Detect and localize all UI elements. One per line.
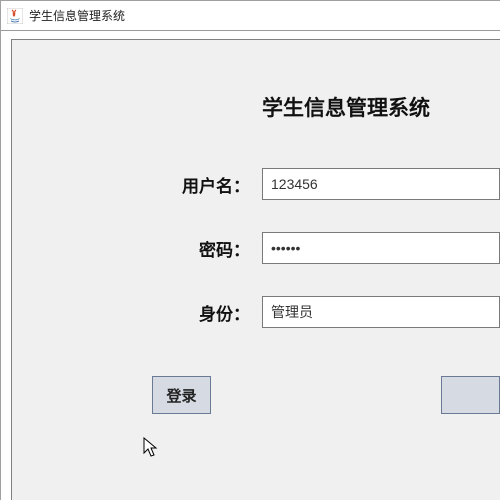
page-title: 学生信息管理系统 xyxy=(12,40,500,122)
window-title: 学生信息管理系统 xyxy=(29,7,125,24)
role-row: 身份： 管理员 xyxy=(12,296,500,328)
username-input[interactable] xyxy=(262,168,500,200)
password-row: 密码： xyxy=(12,232,500,264)
form-canvas: 学生信息管理系统 用户名： 密码： 身份： 管理员 登录 xyxy=(11,39,500,500)
password-label: 密码： xyxy=(12,236,262,261)
role-select[interactable]: 管理员 xyxy=(262,296,500,328)
role-label: 身份： xyxy=(12,300,262,325)
button-row: 登录 xyxy=(12,376,500,414)
secondary-button[interactable] xyxy=(441,376,500,414)
login-form: 用户名： 密码： 身份： 管理员 登录 xyxy=(12,168,500,414)
username-row: 用户名： xyxy=(12,168,500,200)
java-app-icon xyxy=(7,8,23,24)
titlebar[interactable]: 学生信息管理系统 xyxy=(1,1,500,31)
login-window: 学生信息管理系统 学生信息管理系统 用户名： 密码： 身份： 管理员 xyxy=(0,0,500,500)
client-area: 学生信息管理系统 用户名： 密码： 身份： 管理员 登录 xyxy=(1,31,500,500)
password-input[interactable] xyxy=(262,232,500,264)
login-button[interactable]: 登录 xyxy=(152,376,211,414)
username-label: 用户名： xyxy=(12,172,262,197)
